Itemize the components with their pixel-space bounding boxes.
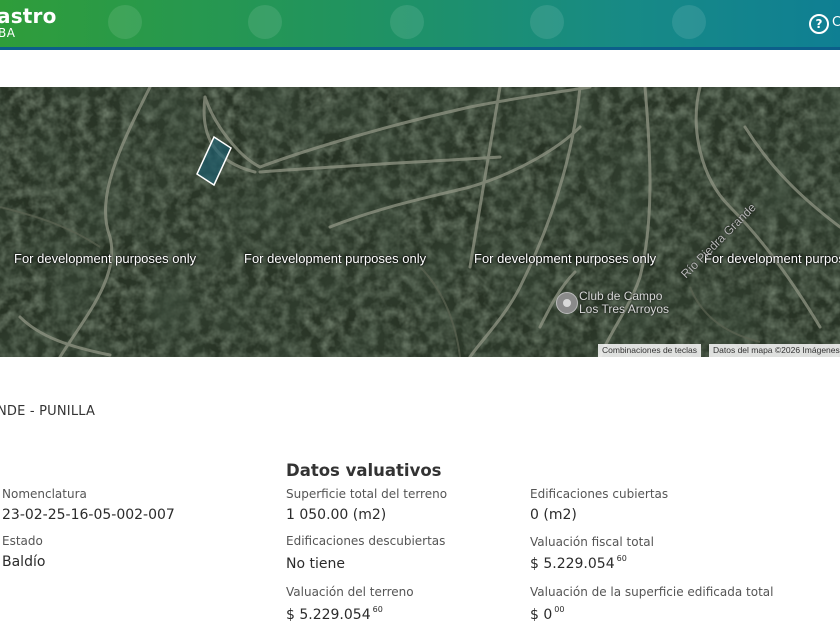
- valuacion-terreno-cents: 60: [372, 605, 383, 614]
- superficie-label: Superficie total del terreno: [286, 487, 448, 501]
- edif-cubiertas-value: 0 (m2): [530, 507, 577, 523]
- valuacion-edificada-value: $ 0 00: [530, 605, 565, 623]
- valuacion-fiscal-amount: $ 5.229.054: [530, 556, 615, 572]
- location-title: NDE - PUNILLA: [0, 404, 96, 419]
- edif-cubiertas-label: Edificaciones cubiertas: [530, 487, 669, 501]
- header-pattern: [530, 5, 564, 39]
- valuacion-terreno-label: Valuación del terreno: [286, 585, 414, 599]
- map-data-attribution[interactable]: Datos del mapa ©2026 Imágenes: [709, 344, 840, 357]
- satellite-map[interactable]: For development purposes only For develo…: [0, 87, 840, 357]
- map-watermark: For development purposes only: [474, 251, 657, 266]
- valuacion-edificada-label: Valuación de la superficie edificada tot…: [530, 585, 774, 599]
- place-label-line2: Los Tres Arroyos: [579, 302, 670, 316]
- valuacion-edificada-amount: $ 0: [530, 607, 553, 623]
- place-label[interactable]: Club de Campo Los Tres Arroyos: [579, 290, 669, 316]
- valuacion-fiscal-label: Valuación fiscal total: [530, 535, 654, 549]
- estado-value: Baldío: [2, 554, 46, 570]
- app-header: astro BA ? C: [0, 0, 840, 50]
- map-watermark: For development purposes only: [704, 251, 840, 266]
- nomenclatura-value: 23-02-25-16-05-002-007: [2, 507, 175, 523]
- brand-title[interactable]: astro: [0, 4, 57, 28]
- keyboard-shortcuts-link[interactable]: Combinaciones de teclas: [598, 344, 701, 357]
- valuacion-terreno-value: $ 5.229.054 60: [286, 605, 383, 623]
- valuacion-terreno-amount: $ 5.229.054: [286, 607, 371, 623]
- map-watermark: For development purposes only: [244, 251, 427, 266]
- superficie-value: 1 050.00 (m2): [286, 507, 387, 523]
- valuacion-fiscal-cents: 60: [616, 554, 627, 563]
- brand-subtitle: BA: [0, 26, 16, 40]
- map-watermark: For development purposes only: [14, 251, 197, 266]
- header-bottom-stripe: [0, 47, 840, 50]
- help-label[interactable]: C: [832, 15, 840, 30]
- nomenclatura-label: Nomenclatura: [2, 487, 87, 501]
- estado-label: Estado: [2, 534, 43, 548]
- valuacion-fiscal-value: $ 5.229.054 60: [530, 554, 627, 572]
- valuacion-edificada-cents: 00: [554, 605, 565, 614]
- place-marker-icon[interactable]: [556, 292, 578, 314]
- edif-descubiertas-value: No tiene: [286, 556, 345, 572]
- header-pattern: [390, 5, 424, 39]
- header-pattern: [248, 5, 282, 39]
- header-pattern: [672, 5, 706, 39]
- satellite-imagery: [0, 87, 840, 357]
- valuation-section-title: Datos valuativos: [286, 461, 442, 480]
- header-pattern: [108, 5, 142, 39]
- edif-descubiertas-label: Edificaciones descubiertas: [286, 534, 446, 548]
- help-icon[interactable]: ?: [809, 14, 829, 34]
